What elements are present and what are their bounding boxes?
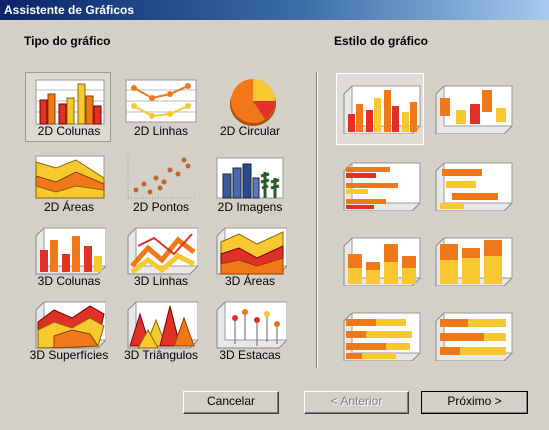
chart-type-3d-lines[interactable]: 3D Linhas [117,222,203,292]
3d-column-chart-icon [35,227,106,275]
chart-type-3d-surfaces[interactable]: 3D Superfícies [25,296,111,366]
panel-divider [316,72,318,368]
stacked-bar-style-icon [343,312,421,361]
chart-type-2d-images[interactable]: 2D Imagens [206,148,292,218]
chart-type-2d-columns[interactable]: 2D Colunas [25,72,111,142]
chart-type-3d-columns[interactable]: 3D Colunas [25,222,111,292]
cancel-button[interactable]: Cancelar [183,391,279,414]
chart-style-option[interactable] [336,73,424,145]
chart-style-option[interactable] [336,300,424,372]
2d-scatter-chart-icon [127,154,196,199]
chart-type-label: 2D Áreas [43,200,95,214]
chart-type-3d-stakes[interactable]: 3D Estacas [206,296,292,366]
chart-style-option[interactable] [428,73,516,145]
3d-floating-bar-style-icon [435,162,513,211]
3d-stacked-column-style-icon [435,237,513,286]
chart-type-3d-triangles[interactable]: 3D Triângulos [117,296,203,366]
2d-pie-chart-icon [230,79,276,126]
3d-area-chart-icon [216,227,287,275]
chart-type-heading: Tipo do gráfico [24,34,111,48]
3d-surface-chart-icon [35,301,106,349]
2d-column-chart-icon [35,79,105,125]
chart-type-2d-areas[interactable]: 2D Áreas [25,148,111,218]
chart-type-label: 3D Colunas [37,274,101,288]
chart-type-label: 2D Colunas [37,124,101,138]
chart-type-label: 2D Imagens [217,200,283,214]
3d-triangle-chart-icon [127,301,198,349]
chart-type-label: 3D Superfícies [29,348,109,362]
clustered-bar-style-icon [343,162,421,211]
window-title: Assistente de Gráficos [0,0,549,20]
chart-style-option[interactable] [428,300,516,372]
chart-type-2d-pie[interactable]: 2D Circular [206,72,292,142]
back-button[interactable]: < Anterior [304,391,409,414]
chart-type-label: 2D Circular [219,124,280,138]
chart-style-option[interactable] [336,225,424,297]
chart-style-option[interactable] [336,150,424,222]
chart-type-label: 3D Estacas [219,348,281,362]
chart-type-2d-lines[interactable]: 2D Linhas [117,72,203,142]
2d-line-chart-icon [125,79,197,123]
chart-style-heading: Estilo do gráfico [334,34,429,48]
next-button[interactable]: Próximo > [421,391,528,414]
2d-image-chart-icon [216,157,284,199]
2d-area-chart-icon [35,155,105,199]
chart-type-2d-points[interactable]: 2D Pontos [117,148,203,218]
chart-style-option[interactable] [428,225,516,297]
chart-type-3d-areas[interactable]: 3D Áreas [206,222,292,292]
3d-line-chart-icon [127,227,198,275]
chart-style-option[interactable] [428,150,516,222]
3d-stake-chart-icon [216,301,287,349]
stacked-column-style-icon [343,237,421,286]
3d-stacked-bar-style-icon [435,312,513,361]
3d-floating-column-style-icon [435,85,513,134]
clustered-column-style-icon [343,85,421,134]
chart-type-label: 3D Áreas [224,274,276,288]
